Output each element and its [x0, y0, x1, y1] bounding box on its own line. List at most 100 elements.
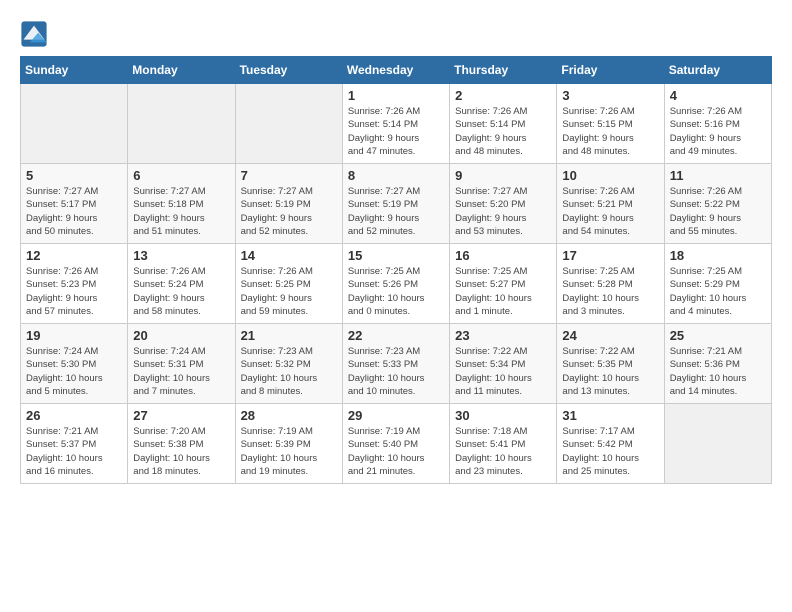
day-number: 6	[133, 168, 229, 183]
calendar-cell	[664, 404, 771, 484]
day-info: Sunrise: 7:21 AM Sunset: 5:36 PM Dayligh…	[670, 345, 766, 398]
day-number: 1	[348, 88, 444, 103]
calendar-cell: 14 Sunrise: 7:26 AM Sunset: 5:25 PM Dayli…	[235, 244, 342, 324]
day-info: Sunrise: 7:27 AM Sunset: 5:19 PM Dayligh…	[241, 185, 337, 238]
calendar-cell: 18Sunrise: 7:25 AM Sunset: 5:29 PM Dayli…	[664, 244, 771, 324]
day-number: 26	[26, 408, 122, 423]
calendar-cell	[128, 84, 235, 164]
calendar-cell: 3Sunrise: 7:26 AM Sunset: 5:15 PM Daylig…	[557, 84, 664, 164]
calendar-week-3: 12Sunrise: 7:26 AM Sunset: 5:23 PM Dayli…	[21, 244, 772, 324]
day-info: Sunrise: 7:26 AM Sunset: 5:16 PM Dayligh…	[670, 105, 766, 158]
day-info: Sunrise: 7:27 AM Sunset: 5:17 PM Dayligh…	[26, 185, 122, 238]
day-number: 20	[133, 328, 229, 343]
day-info: Sunrise: 7:23 AM Sunset: 5:33 PM Dayligh…	[348, 345, 444, 398]
calendar-cell: 1 Sunrise: 7:26 AM Sunset: 5:14 PM Daylig…	[342, 84, 449, 164]
day-number: 27	[133, 408, 229, 423]
day-number: 12	[26, 248, 122, 263]
day-number: 22	[348, 328, 444, 343]
day-info: Sunrise: 7:26 AM Sunset: 5:24 PM Dayligh…	[133, 265, 229, 318]
calendar-cell: 28 Sunrise: 7:19 AM Sunset: 5:39 PM Dayli…	[235, 404, 342, 484]
day-info: Sunrise: 7:24 AM Sunset: 5:31 PM Dayligh…	[133, 345, 229, 398]
day-number: 15	[348, 248, 444, 263]
weekday-header-tuesday: Tuesday	[235, 57, 342, 84]
calendar-cell: 26 Sunrise: 7:21 AM Sunset: 5:37 PM Dayli…	[21, 404, 128, 484]
day-info: Sunrise: 7:27 AM Sunset: 5:20 PM Dayligh…	[455, 185, 551, 238]
calendar-cell: 29 Sunrise: 7:19 AM Sunset: 5:40 PM Dayli…	[342, 404, 449, 484]
weekday-header-monday: Monday	[128, 57, 235, 84]
logo	[20, 20, 52, 48]
calendar-cell: 6 Sunrise: 7:27 AM Sunset: 5:18 PM Daylig…	[128, 164, 235, 244]
day-info: Sunrise: 7:26 AM Sunset: 5:21 PM Dayligh…	[562, 185, 658, 238]
day-info: Sunrise: 7:26 AM Sunset: 5:14 PM Dayligh…	[348, 105, 444, 158]
calendar-cell: 8 Sunrise: 7:27 AM Sunset: 5:19 PM Daylig…	[342, 164, 449, 244]
weekday-header-sunday: Sunday	[21, 57, 128, 84]
calendar-cell: 19 Sunrise: 7:24 AM Sunset: 5:30 PM Dayli…	[21, 324, 128, 404]
day-number: 29	[348, 408, 444, 423]
day-number: 13	[133, 248, 229, 263]
logo-icon	[20, 20, 48, 48]
calendar-cell	[235, 84, 342, 164]
day-info: Sunrise: 7:26 AM Sunset: 5:22 PM Dayligh…	[670, 185, 766, 238]
weekday-header-friday: Friday	[557, 57, 664, 84]
weekday-header-wednesday: Wednesday	[342, 57, 449, 84]
calendar-week-5: 26 Sunrise: 7:21 AM Sunset: 5:37 PM Dayli…	[21, 404, 772, 484]
calendar-cell: 31 Sunrise: 7:17 AM Sunset: 5:42 PM Dayli…	[557, 404, 664, 484]
day-info: Sunrise: 7:25 AM Sunset: 5:29 PM Dayligh…	[670, 265, 766, 318]
day-number: 10	[562, 168, 658, 183]
calendar-cell: 7Sunrise: 7:27 AM Sunset: 5:19 PM Daylig…	[235, 164, 342, 244]
day-info: Sunrise: 7:20 AM Sunset: 5:38 PM Dayligh…	[133, 425, 229, 478]
day-info: Sunrise: 7:22 AM Sunset: 5:34 PM Dayligh…	[455, 345, 551, 398]
day-info: Sunrise: 7:26 AM Sunset: 5:25 PM Dayligh…	[241, 265, 337, 318]
calendar-cell: 24 Sunrise: 7:22 AM Sunset: 5:35 PM Dayli…	[557, 324, 664, 404]
calendar-cell: 27 Sunrise: 7:20 AM Sunset: 5:38 PM Dayli…	[128, 404, 235, 484]
page-header	[20, 20, 772, 48]
calendar-cell: 25 Sunrise: 7:21 AM Sunset: 5:36 PM Dayli…	[664, 324, 771, 404]
calendar-week-1: 1 Sunrise: 7:26 AM Sunset: 5:14 PM Daylig…	[21, 84, 772, 164]
day-info: Sunrise: 7:17 AM Sunset: 5:42 PM Dayligh…	[562, 425, 658, 478]
day-number: 16	[455, 248, 551, 263]
calendar-cell: 21 Sunrise: 7:23 AM Sunset: 5:32 PM Dayli…	[235, 324, 342, 404]
day-info: Sunrise: 7:25 AM Sunset: 5:27 PM Dayligh…	[455, 265, 551, 318]
calendar-cell: 11 Sunrise: 7:26 AM Sunset: 5:22 PM Dayli…	[664, 164, 771, 244]
day-info: Sunrise: 7:25 AM Sunset: 5:28 PM Dayligh…	[562, 265, 658, 318]
day-info: Sunrise: 7:23 AM Sunset: 5:32 PM Dayligh…	[241, 345, 337, 398]
day-info: Sunrise: 7:26 AM Sunset: 5:14 PM Dayligh…	[455, 105, 551, 158]
calendar-cell	[21, 84, 128, 164]
calendar-cell: 2 Sunrise: 7:26 AM Sunset: 5:14 PM Daylig…	[450, 84, 557, 164]
day-info: Sunrise: 7:24 AM Sunset: 5:30 PM Dayligh…	[26, 345, 122, 398]
day-number: 9	[455, 168, 551, 183]
day-number: 21	[241, 328, 337, 343]
weekday-header-row: SundayMondayTuesdayWednesdayThursdayFrid…	[21, 57, 772, 84]
calendar-cell: 23Sunrise: 7:22 AM Sunset: 5:34 PM Dayli…	[450, 324, 557, 404]
day-info: Sunrise: 7:25 AM Sunset: 5:26 PM Dayligh…	[348, 265, 444, 318]
day-number: 30	[455, 408, 551, 423]
day-number: 17	[562, 248, 658, 263]
calendar-cell: 15 Sunrise: 7:25 AM Sunset: 5:26 PM Dayli…	[342, 244, 449, 324]
day-number: 14	[241, 248, 337, 263]
day-number: 3	[562, 88, 658, 103]
calendar-cell: 17 Sunrise: 7:25 AM Sunset: 5:28 PM Dayli…	[557, 244, 664, 324]
day-info: Sunrise: 7:27 AM Sunset: 5:19 PM Dayligh…	[348, 185, 444, 238]
day-info: Sunrise: 7:27 AM Sunset: 5:18 PM Dayligh…	[133, 185, 229, 238]
day-number: 11	[670, 168, 766, 183]
calendar-cell: 9 Sunrise: 7:27 AM Sunset: 5:20 PM Daylig…	[450, 164, 557, 244]
day-number: 2	[455, 88, 551, 103]
calendar-cell: 12Sunrise: 7:26 AM Sunset: 5:23 PM Dayli…	[21, 244, 128, 324]
day-info: Sunrise: 7:21 AM Sunset: 5:37 PM Dayligh…	[26, 425, 122, 478]
day-number: 25	[670, 328, 766, 343]
day-number: 5	[26, 168, 122, 183]
calendar-cell: 30 Sunrise: 7:18 AM Sunset: 5:41 PM Dayli…	[450, 404, 557, 484]
calendar-cell: 10 Sunrise: 7:26 AM Sunset: 5:21 PM Dayli…	[557, 164, 664, 244]
calendar-cell: 16 Sunrise: 7:25 AM Sunset: 5:27 PM Dayli…	[450, 244, 557, 324]
day-info: Sunrise: 7:22 AM Sunset: 5:35 PM Dayligh…	[562, 345, 658, 398]
day-number: 4	[670, 88, 766, 103]
day-info: Sunrise: 7:18 AM Sunset: 5:41 PM Dayligh…	[455, 425, 551, 478]
day-number: 31	[562, 408, 658, 423]
day-info: Sunrise: 7:19 AM Sunset: 5:39 PM Dayligh…	[241, 425, 337, 478]
day-info: Sunrise: 7:19 AM Sunset: 5:40 PM Dayligh…	[348, 425, 444, 478]
calendar-cell: 13 Sunrise: 7:26 AM Sunset: 5:24 PM Dayli…	[128, 244, 235, 324]
day-number: 24	[562, 328, 658, 343]
day-number: 28	[241, 408, 337, 423]
day-number: 19	[26, 328, 122, 343]
day-number: 8	[348, 168, 444, 183]
